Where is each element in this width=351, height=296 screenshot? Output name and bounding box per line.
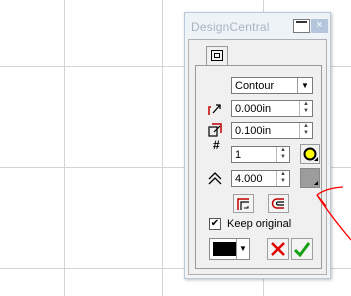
mode-select[interactable]: Contour ▼ (231, 77, 313, 94)
close-button[interactable]: × (311, 19, 328, 33)
palette-titlebar[interactable]: DesignCentral × (185, 13, 330, 39)
color-swatch (213, 242, 236, 256)
keep-original-checkbox[interactable]: ✔ (209, 218, 221, 230)
offset-spinner[interactable]: ▲ ▼ (299, 101, 312, 116)
round-corner-button[interactable] (268, 194, 289, 213)
offset-input[interactable]: 0.000in ▲ ▼ (231, 100, 313, 117)
outline-color-icon (303, 147, 318, 161)
angle-input[interactable]: 4.000 ▲ ▼ (231, 170, 290, 187)
offset-value: 0.000in (235, 103, 272, 115)
palette-body: Contour ▼ 0.000in ▲ ▼ 0.100in ▲ ▼ # 1 ▲ … (188, 39, 327, 275)
keep-original-label: Keep original (227, 218, 292, 230)
count-spinner[interactable]: ▲ ▼ (276, 147, 289, 162)
outline-color-button[interactable] (300, 144, 320, 164)
palette-title: DesignCentral (191, 20, 270, 34)
distance-input[interactable]: 0.100in ▲ ▼ (231, 122, 313, 139)
distance-spinner[interactable]: ▲ ▼ (299, 123, 312, 138)
fill-color-button[interactable] (300, 168, 320, 188)
offset-icon (207, 101, 223, 117)
grid-line (162, 0, 163, 296)
fill-color-icon (314, 181, 318, 185)
cancel-x-icon (271, 242, 285, 256)
cancel-button[interactable] (267, 238, 289, 260)
distance-value: 0.100in (235, 125, 272, 137)
apply-check-icon (293, 242, 311, 258)
chevron-down-icon[interactable]: ▼ (236, 239, 249, 259)
tab-contour[interactable] (206, 46, 228, 66)
minimize-button[interactable] (293, 19, 310, 33)
designcentral-palette: DesignCentral × Contour ▼ 0.000in ▲ ▼ 0.… (184, 12, 331, 279)
color-picker-button[interactable]: ▼ (209, 238, 250, 260)
distance-icon (207, 122, 223, 138)
corner-type-button[interactable] (233, 194, 254, 213)
contour-panel: Contour ▼ 0.000in ▲ ▼ 0.100in ▲ ▼ # 1 ▲ … (195, 65, 322, 269)
round-corner-icon (271, 198, 284, 209)
angle-value: 4.000 (235, 173, 263, 185)
angle-icon (207, 170, 223, 186)
angle-spinner[interactable]: ▲ ▼ (276, 171, 289, 186)
grid-line (64, 0, 65, 296)
apply-button[interactable] (291, 238, 313, 260)
count-input[interactable]: 1 ▲ ▼ (231, 146, 290, 163)
contour-tab-icon (211, 50, 223, 61)
chevron-down-icon[interactable]: ▼ (297, 78, 312, 93)
mode-select-value: Contour (235, 80, 275, 92)
count-value: 1 (235, 149, 242, 161)
corner-icon (237, 198, 249, 210)
count-label: # (213, 138, 220, 152)
